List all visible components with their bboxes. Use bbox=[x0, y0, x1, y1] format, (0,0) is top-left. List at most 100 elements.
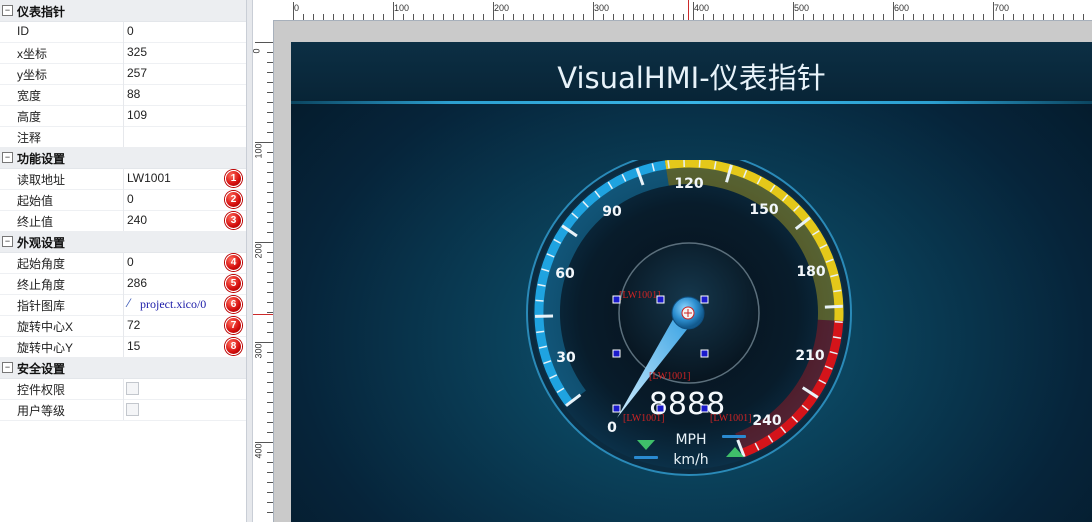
property-row-read-address[interactable]: 读取地址 LW1001 1 bbox=[0, 168, 246, 190]
property-value[interactable]: 109 bbox=[127, 108, 147, 122]
callout-badge: 8 bbox=[225, 338, 242, 355]
collapse-icon[interactable]: − bbox=[2, 236, 13, 247]
property-value[interactable]: 88 bbox=[127, 87, 140, 101]
ruler-label: 100 bbox=[253, 143, 264, 159]
address-tag-2: [LW1001] bbox=[649, 371, 690, 382]
resize-handle-e[interactable] bbox=[700, 349, 709, 358]
property-value[interactable]: 257 bbox=[127, 66, 147, 80]
resize-handle-se[interactable] bbox=[700, 404, 709, 413]
property-key: 高度 bbox=[17, 110, 42, 124]
minor-tick bbox=[698, 160, 701, 168]
property-row-start-angle[interactable]: 起始角度 0 4 bbox=[0, 252, 246, 274]
property-grid: − 仪表指针 ID 0 x坐标 325 y坐标 257 宽度 88 高度 109 注释 −… bbox=[0, 0, 247, 522]
property-row-x[interactable]: x坐标 325 bbox=[0, 42, 246, 64]
resize-handle-w[interactable] bbox=[612, 349, 621, 358]
group-title: 仪表指针 bbox=[17, 5, 66, 19]
collapse-icon[interactable]: − bbox=[2, 5, 13, 16]
permission-checkbox[interactable] bbox=[126, 382, 139, 395]
resize-handle-sw[interactable] bbox=[612, 404, 621, 413]
property-key: 控件权限 bbox=[17, 383, 66, 397]
resize-handle-s[interactable] bbox=[656, 404, 665, 413]
property-row-comment[interactable]: 注释 bbox=[0, 126, 246, 148]
resize-handle-ne[interactable] bbox=[700, 295, 709, 304]
property-value[interactable]: 72 bbox=[127, 318, 140, 332]
property-key: 起始值 bbox=[17, 194, 54, 208]
property-row-pointer-library[interactable]: 指针图库 ⁄ project.xico/0 6 bbox=[0, 294, 246, 316]
property-row-end-angle[interactable]: 终止角度 286 5 bbox=[0, 273, 246, 295]
major-tick bbox=[824, 304, 843, 309]
ruler-ticks-top bbox=[293, 2, 1084, 20]
address-tag-4: [LW1001] bbox=[710, 413, 751, 424]
pointer-image-icon: ⁄ bbox=[128, 296, 131, 310]
collapse-icon[interactable]: − bbox=[2, 152, 13, 163]
property-row-rotate-center-y[interactable]: 旋转中心Y 15 8 bbox=[0, 336, 246, 358]
property-value[interactable]: 0 bbox=[127, 192, 134, 206]
property-key: 宽度 bbox=[17, 89, 42, 103]
ruler-label: 700 bbox=[994, 3, 1010, 13]
callout-badge: 2 bbox=[225, 191, 242, 208]
horizontal-ruler: 0 100 200 300 400 500 600 700 bbox=[253, 0, 1092, 21]
property-value[interactable]: 15 bbox=[127, 339, 140, 353]
property-key: x坐标 bbox=[17, 47, 48, 61]
property-value[interactable]: 0 bbox=[127, 255, 134, 269]
ruler-label: 200 bbox=[253, 243, 264, 259]
property-value[interactable]: LW1001 bbox=[127, 171, 171, 185]
property-value[interactable]: 286 bbox=[127, 276, 147, 290]
tick-label-120: 120 bbox=[674, 176, 703, 192]
property-key: 读取地址 bbox=[17, 173, 66, 187]
callout-badge: 7 bbox=[225, 317, 242, 334]
ruler-label: 200 bbox=[494, 3, 510, 13]
property-key: 旋转中心X bbox=[17, 320, 74, 334]
property-key: 注释 bbox=[17, 131, 42, 145]
property-row-y[interactable]: y坐标 257 bbox=[0, 63, 246, 85]
tick-label-60: 60 bbox=[555, 266, 575, 282]
ruler-label: 0 bbox=[251, 48, 262, 54]
group-header-function[interactable]: − 功能设置 bbox=[0, 147, 246, 169]
property-key: 起始角度 bbox=[17, 257, 66, 271]
collapse-icon[interactable]: − bbox=[2, 362, 13, 373]
header-glow-line bbox=[291, 101, 1092, 104]
callout-badge: 3 bbox=[225, 212, 242, 229]
property-value[interactable]: 240 bbox=[127, 213, 147, 227]
resize-handle-nw[interactable] bbox=[612, 295, 621, 304]
property-row-start-value[interactable]: 起始值 0 2 bbox=[0, 189, 246, 211]
tick-label-180: 180 bbox=[796, 264, 825, 280]
tick-label-150: 150 bbox=[749, 202, 778, 218]
ruler-label: 400 bbox=[253, 443, 264, 459]
property-row-height[interactable]: 高度 109 bbox=[0, 105, 246, 127]
tick-label-90: 90 bbox=[602, 204, 622, 220]
property-key: 终止值 bbox=[17, 215, 54, 229]
pointer-library-link[interactable]: project.xico/0 bbox=[140, 297, 206, 312]
property-key: 用户等级 bbox=[17, 404, 66, 418]
ruler-label: 600 bbox=[894, 3, 910, 13]
property-row-user-level[interactable]: 用户等级 bbox=[0, 399, 246, 421]
group-title: 功能设置 bbox=[17, 152, 66, 166]
property-key: 旋转中心Y bbox=[17, 341, 74, 355]
ruler-label: 300 bbox=[253, 343, 264, 359]
callout-badge: 5 bbox=[225, 275, 242, 292]
property-row-end-value[interactable]: 终止值 240 3 bbox=[0, 210, 246, 232]
resize-handle-n[interactable] bbox=[656, 295, 665, 304]
property-value[interactable]: 0 bbox=[127, 24, 134, 38]
unit-kmh: km/h bbox=[673, 452, 708, 468]
screen-title: VisualHMI-仪表指针 bbox=[557, 61, 826, 95]
property-row-control-permission[interactable]: 控件权限 bbox=[0, 378, 246, 400]
cursor-marker-x bbox=[688, 0, 689, 20]
ruler-label: 500 bbox=[794, 3, 810, 13]
gauge-widget[interactable]: 0 30 60 90 120 150 180 210 240 8888 MPH … bbox=[520, 160, 860, 480]
callout-badge: 6 bbox=[225, 296, 242, 313]
ruler-label: 400 bbox=[694, 3, 710, 13]
property-key: y坐标 bbox=[17, 68, 48, 82]
unit-mph: MPH bbox=[675, 432, 706, 448]
user-level-checkbox[interactable] bbox=[126, 403, 139, 416]
property-row-width[interactable]: 宽度 88 bbox=[0, 84, 246, 106]
cursor-marker-y bbox=[253, 314, 273, 315]
group-header-security[interactable]: − 安全设置 bbox=[0, 357, 246, 379]
property-row-rotate-center-x[interactable]: 旋转中心X 72 7 bbox=[0, 315, 246, 337]
group-header-gauge-pointer[interactable]: − 仪表指针 bbox=[0, 0, 246, 22]
address-tag-3: [LW1001] bbox=[623, 413, 664, 424]
vertical-ruler: 0 100 200 300 400 bbox=[251, 20, 274, 522]
group-header-appearance[interactable]: − 外观设置 bbox=[0, 231, 246, 253]
property-row-id[interactable]: ID 0 bbox=[0, 21, 246, 43]
property-value[interactable]: 325 bbox=[127, 45, 147, 59]
